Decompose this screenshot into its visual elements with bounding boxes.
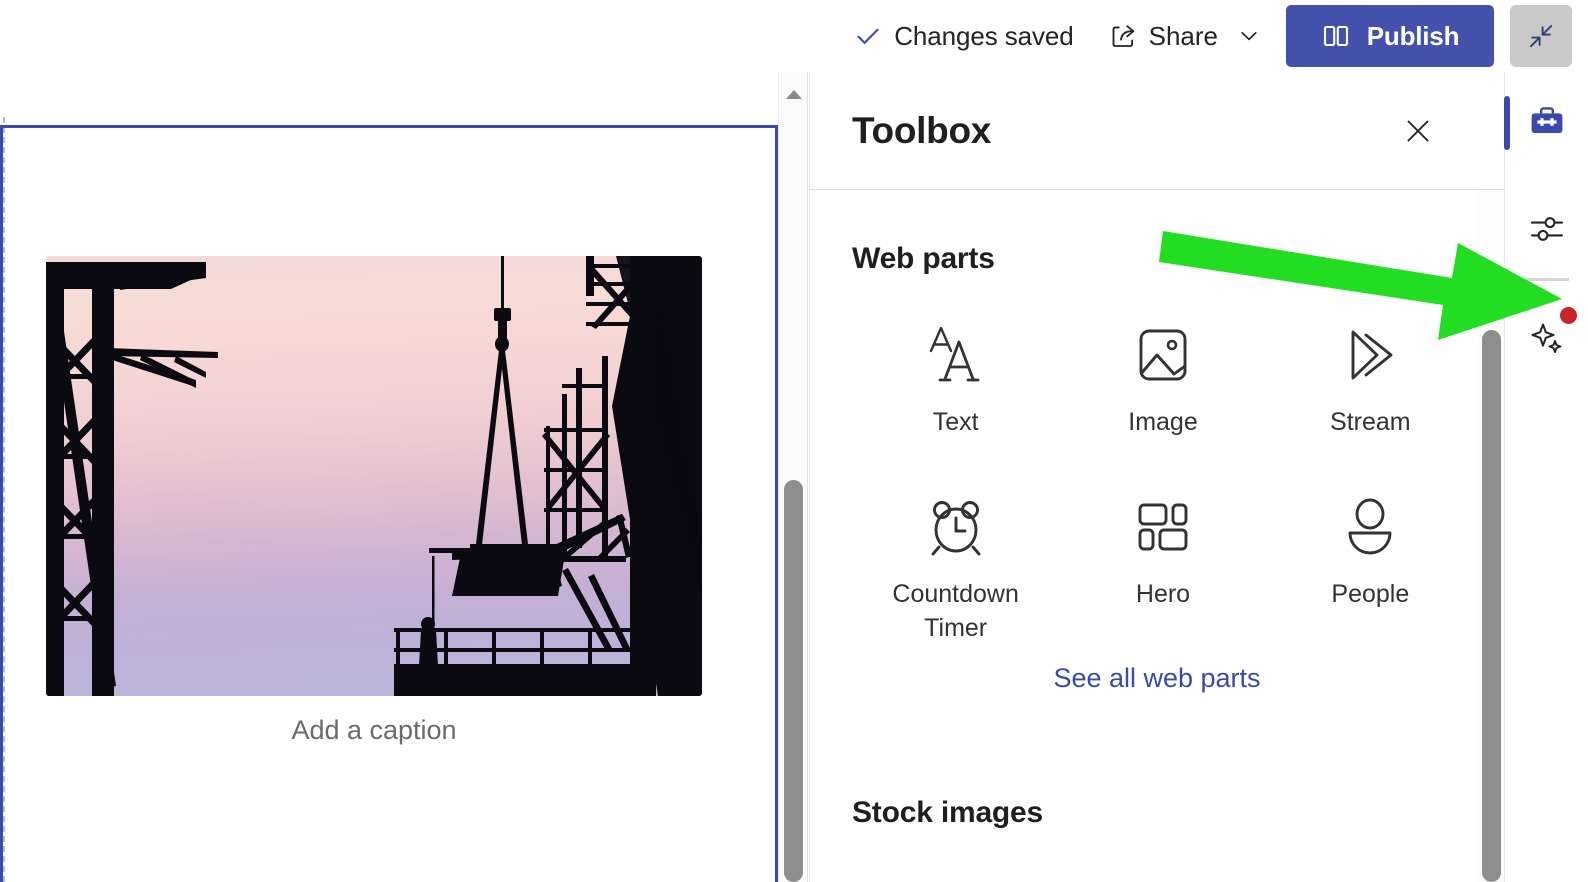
toolbox-panel: Toolbox Web parts Text Image Stream Coun…	[809, 72, 1504, 882]
share-icon	[1110, 22, 1138, 50]
rail-item-copilot[interactable]	[1505, 295, 1588, 381]
image-web-part[interactable]: Add a caption	[46, 256, 702, 746]
notification-badge	[1560, 307, 1577, 324]
toolbox-scroll-up-arrow-icon[interactable]	[1483, 301, 1499, 310]
page-canvas[interactable]: Add a caption	[0, 72, 790, 882]
person-icon	[1337, 494, 1403, 560]
web-parts-section-title: Web parts	[852, 242, 995, 275]
image-caption-input[interactable]: Add a caption	[46, 715, 702, 746]
web-part-people[interactable]: People	[1267, 476, 1474, 655]
rail-divider	[1524, 278, 1569, 281]
web-part-label: Countdown Timer	[892, 580, 1019, 642]
image-icon	[1130, 322, 1196, 388]
stock-photo	[46, 256, 702, 696]
web-part-label: Image	[1128, 408, 1198, 436]
copilot-sparkle-icon	[1528, 319, 1566, 357]
web-part-label: Hero	[1135, 580, 1191, 608]
share-button[interactable]: Share	[1110, 21, 1260, 52]
web-part-label: Stream	[1330, 408, 1411, 436]
web-part-text[interactable]: Text	[852, 304, 1059, 476]
changes-saved-label: Changes saved	[894, 20, 1074, 51]
scroll-up-arrow-icon[interactable]	[786, 90, 802, 99]
toolbox-content: Web parts Text Image Stream Countdown Ti…	[810, 190, 1504, 881]
see-all-web-parts-row: See all web parts	[810, 663, 1504, 694]
canvas-scrollbar-thumb[interactable]	[784, 480, 803, 882]
alarm-clock-icon	[923, 494, 989, 560]
rail-item-settings[interactable]	[1505, 186, 1588, 272]
share-label: Share	[1148, 20, 1218, 51]
app-root: Changes saved Share Publish Add a captio…	[0, 0, 1588, 882]
web-part-hero[interactable]: Hero	[1059, 476, 1266, 655]
settings-sliders-icon	[1528, 210, 1566, 248]
text-format-icon	[923, 322, 989, 388]
chevron-down-icon	[1238, 25, 1260, 47]
web-parts-grid: Text Image Stream Countdown Timer Hero P…	[810, 304, 1504, 655]
toolbox-scrollbar[interactable]	[1478, 191, 1504, 882]
rail-item-toolbox[interactable]	[1504, 80, 1588, 166]
web-part-image[interactable]: Image	[1059, 304, 1266, 476]
right-icon-rail	[1504, 72, 1588, 882]
toolbox-title: Toolbox	[852, 109, 992, 151]
changes-saved-status: Changes saved	[855, 20, 1074, 52]
checkmark-icon	[855, 23, 881, 49]
collapse-diagonal-icon	[1526, 21, 1556, 51]
collapse-panel-button[interactable]	[1510, 5, 1572, 67]
stock-images-section-title: Stock images	[852, 796, 1044, 829]
close-icon	[1403, 116, 1433, 146]
web-part-countdown-timer[interactable]: Countdown Timer	[852, 476, 1059, 655]
canvas-scrollbar[interactable]	[778, 72, 808, 882]
see-all-web-parts-link[interactable]: See all web parts	[1053, 663, 1260, 693]
publish-button[interactable]: Publish	[1286, 5, 1494, 67]
web-part-label: People	[1331, 580, 1410, 608]
publish-label: Publish	[1366, 20, 1460, 51]
toolbox-header: Toolbox	[810, 72, 1504, 190]
command-bar: Changes saved Share Publish	[0, 0, 1588, 72]
web-part-stream[interactable]: Stream	[1267, 304, 1474, 476]
stream-play-icon	[1337, 322, 1403, 388]
hero-layout-icon	[1130, 494, 1196, 560]
toolbox-icon	[1528, 104, 1566, 142]
web-part-label: Text	[932, 408, 979, 436]
toolbox-scrollbar-thumb[interactable]	[1482, 330, 1501, 882]
close-toolbox-button[interactable]	[1398, 111, 1438, 151]
active-indicator	[1504, 96, 1510, 150]
publish-pages-icon	[1321, 21, 1351, 51]
